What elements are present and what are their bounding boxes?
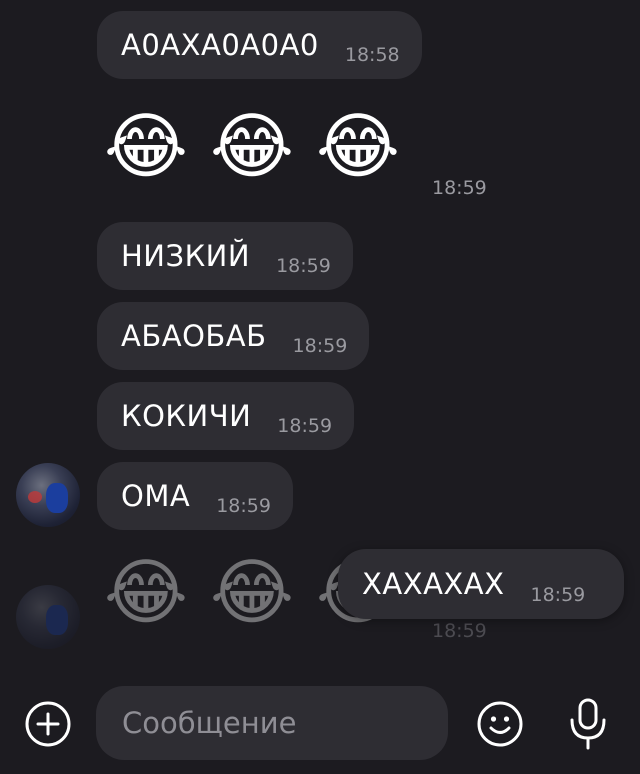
message-list: А0АХА0А0А0 18:58 😂 😂 😂 18:59 НИЗКИЙ 18:5… bbox=[0, 0, 640, 680]
message-time: 18:59 bbox=[277, 415, 333, 437]
emoji-icon bbox=[477, 701, 523, 747]
message-text: ОМА bbox=[121, 479, 191, 513]
add-attachment-button[interactable] bbox=[24, 700, 72, 748]
tears-of-joy-emoji: 😂 bbox=[209, 550, 295, 634]
message-bubble[interactable]: КОКИЧИ 18:59 bbox=[97, 382, 355, 450]
message-text: КОКИЧИ bbox=[121, 399, 252, 433]
message-bubble[interactable]: ОМА 18:59 bbox=[97, 462, 293, 530]
tears-of-joy-emoji: 😂 bbox=[209, 104, 295, 188]
message-text: АБАОБАБ bbox=[121, 319, 267, 353]
message-time: 18:59 bbox=[530, 584, 586, 606]
message-time: 18:59 bbox=[216, 495, 271, 517]
message-time: 18:59 bbox=[276, 255, 331, 277]
message-time: 18:59 bbox=[292, 335, 348, 357]
avatar-figure bbox=[46, 605, 68, 635]
microphone-icon bbox=[570, 698, 606, 750]
tears-of-joy-emoji: 😂 bbox=[103, 550, 189, 634]
add-icon bbox=[25, 701, 71, 747]
message-bubble[interactable]: НИЗКИЙ 18:59 bbox=[97, 222, 353, 290]
sender-avatar[interactable] bbox=[16, 463, 80, 527]
message-time: 18:59 bbox=[432, 177, 487, 199]
sender-avatar bbox=[16, 585, 80, 649]
tears-of-joy-emoji: 😂 bbox=[315, 104, 401, 188]
message-bubble[interactable]: АБАОБАБ 18:59 bbox=[97, 302, 370, 370]
avatar-accent bbox=[28, 491, 42, 503]
message-composer: Сообщение bbox=[0, 680, 640, 774]
message-time: 18:58 bbox=[344, 44, 400, 66]
tears-of-joy-emoji: 😂 bbox=[103, 104, 189, 188]
message-text: А0АХА0А0А0 bbox=[121, 28, 319, 62]
message-input-placeholder: Сообщение bbox=[122, 706, 297, 740]
avatar-figure bbox=[46, 483, 68, 513]
voice-message-button[interactable] bbox=[566, 696, 610, 752]
emoji-message[interactable]: 😂 😂 😂 bbox=[100, 100, 404, 192]
message-text: ХАХАХАХ bbox=[362, 567, 505, 601]
message-bubble[interactable]: А0АХА0А0А0 18:58 bbox=[97, 11, 422, 79]
emoji-button[interactable] bbox=[476, 700, 524, 748]
message-text: НИЗКИЙ bbox=[121, 239, 251, 273]
message-preview-bubble[interactable]: ХАХАХАХ 18:59 bbox=[338, 549, 624, 619]
message-time: 18:59 bbox=[432, 620, 487, 642]
message-input[interactable]: Сообщение bbox=[96, 686, 448, 760]
